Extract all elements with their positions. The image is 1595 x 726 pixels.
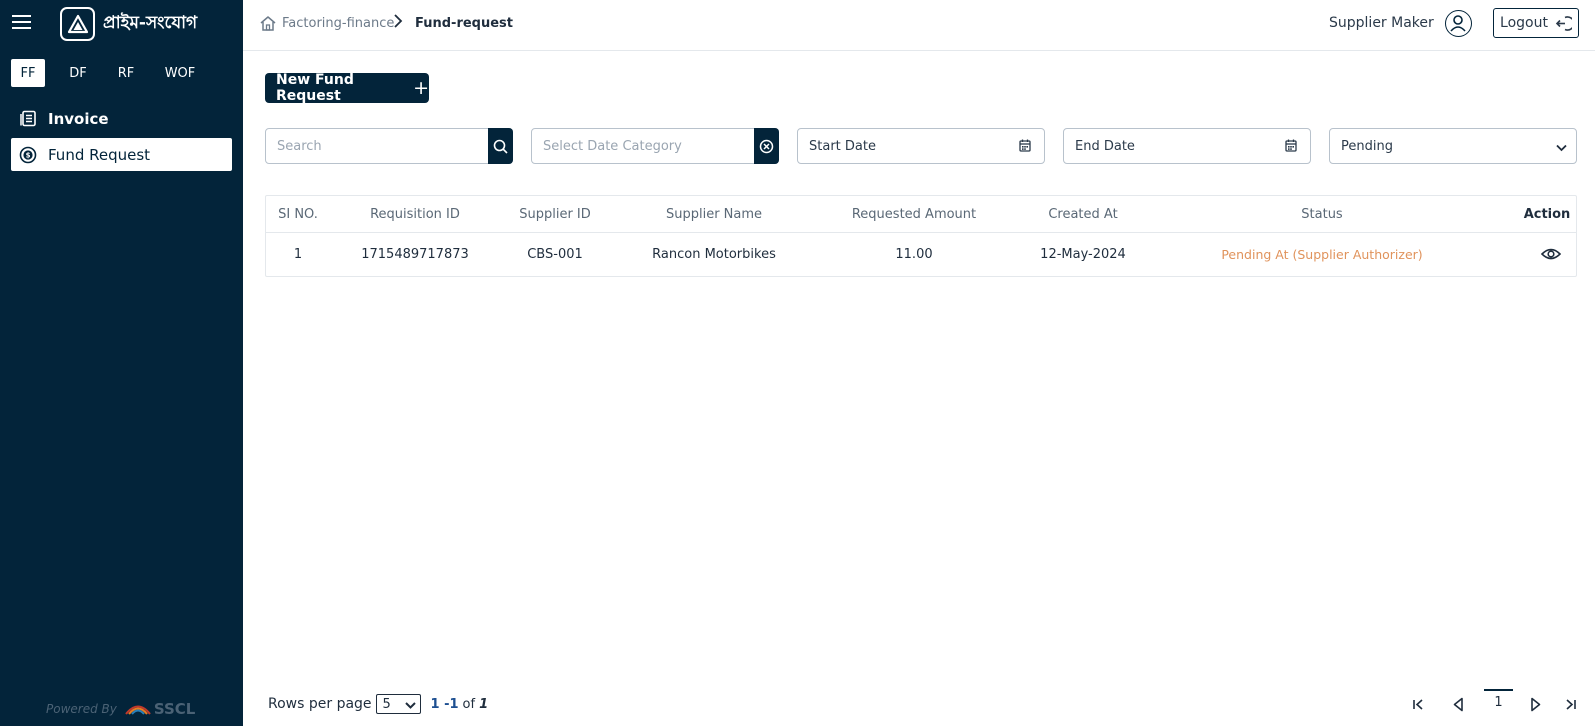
eye-view-icon[interactable]: [1540, 246, 1562, 265]
cell-supplier-id: CBS-001: [527, 247, 583, 262]
first-page-icon[interactable]: [1409, 694, 1427, 714]
previous-page-icon[interactable]: [1449, 694, 1467, 714]
user-avatar-icon[interactable]: [1445, 10, 1472, 37]
sidebar-item-invoice[interactable]: Invoice: [11, 102, 232, 135]
column-header: Supplier ID: [519, 207, 591, 222]
fund-request-table: SI NO. Requisition ID Supplier ID Suppli…: [265, 195, 1577, 277]
tab-wof[interactable]: WOF: [161, 59, 199, 87]
page-of-label: of: [462, 696, 476, 712]
powered-by-label: Powered By: [46, 702, 117, 716]
status-badge: Pending At (Supplier Authorizer): [1221, 247, 1423, 262]
product-tabs: FF DF RF WOF: [11, 59, 199, 87]
dollar-circle-icon: $: [19, 146, 37, 164]
next-page-icon[interactable]: [1527, 694, 1545, 714]
breadcrumb-home[interactable]: Factoring-finance: [259, 15, 394, 32]
current-page[interactable]: 1: [1484, 689, 1513, 713]
search-icon[interactable]: [488, 128, 513, 164]
sscl-logo: SSCL: [125, 700, 196, 718]
rows-per-page-value: 5: [382, 696, 391, 712]
user-name: Supplier Maker: [1329, 15, 1434, 31]
rows-per-page-label: Rows per page: [268, 696, 372, 712]
sidebar: প্রাইম-সংযোগ FF DF RF WOF Invoice $ Fund…: [0, 0, 243, 726]
sscl-logo-text: SSCL: [153, 700, 196, 718]
end-date-placeholder: End Date: [1075, 138, 1135, 154]
clear-circle-icon[interactable]: [754, 128, 779, 164]
plus-icon: +: [413, 76, 429, 99]
new-fund-request-label: New Fund Request: [276, 72, 354, 104]
status-filter-value: Pending: [1341, 138, 1393, 154]
search-placeholder: Search: [277, 138, 322, 154]
calendar-icon[interactable]: [1019, 139, 1031, 156]
column-header: Action: [1523, 207, 1571, 222]
chevron-down-icon: [404, 699, 416, 714]
cell-si-no: 1: [293, 247, 303, 262]
date-category-placeholder: Select Date Category: [543, 138, 682, 154]
top-bar: Factoring-finance Fund-request Supplier …: [243, 0, 1595, 51]
brand: প্রাইম-সংযোগ: [60, 7, 197, 41]
brand-name: প্রাইম-সংযোগ: [103, 13, 198, 33]
column-header: SI NO.: [278, 207, 318, 222]
sidebar-item-fund-request[interactable]: $ Fund Request: [11, 138, 232, 171]
cell-requested-amount: 11.00: [895, 247, 933, 262]
sidebar-item-label: Fund Request: [48, 145, 151, 164]
table-row: 1 1715489717873 CBS-001 Rancon Motorbike…: [266, 233, 1576, 276]
rows-per-page-select[interactable]: 5: [375, 694, 421, 714]
cell-supplier-name: Rancon Motorbikes: [652, 247, 776, 262]
search-input[interactable]: Search: [265, 128, 513, 164]
tab-df[interactable]: DF: [64, 59, 92, 87]
sscl-logo-icon: [125, 705, 151, 715]
chevron-down-icon: [1556, 141, 1567, 156]
logout-icon: [1555, 15, 1572, 32]
document-list-icon: [19, 110, 37, 128]
app-root: প্রাইম-সংযোগ FF DF RF WOF Invoice $ Fund…: [0, 0, 1595, 726]
tab-ff[interactable]: FF: [11, 59, 45, 87]
pagination-bar: Rows per page 5 1 -1 of 1: [268, 694, 488, 714]
chevron-right-icon: [393, 14, 403, 32]
new-fund-request-button[interactable]: New Fund Request +: [265, 72, 429, 104]
page-range: 1 -1: [430, 696, 459, 712]
column-header: Status: [1301, 207, 1343, 222]
start-date-field[interactable]: Start Date: [797, 128, 1045, 164]
end-date-field[interactable]: End Date: [1063, 128, 1311, 164]
status-filter-select[interactable]: Pending: [1329, 128, 1577, 164]
date-category-select[interactable]: Select Date Category: [531, 128, 779, 164]
menu-toggle-icon[interactable]: [12, 15, 31, 31]
start-date-placeholder: Start Date: [809, 138, 876, 154]
logout-button[interactable]: Logout: [1493, 8, 1579, 38]
page-total: 1: [479, 696, 489, 712]
svg-text:$: $: [26, 151, 31, 159]
column-header: Requested Amount: [851, 207, 977, 222]
tab-rf[interactable]: RF: [112, 59, 140, 87]
column-header: Created At: [1048, 207, 1118, 222]
sidebar-item-label: Invoice: [48, 109, 109, 128]
column-header: Requisition ID: [370, 207, 460, 222]
breadcrumb-current: Fund-request: [415, 16, 514, 31]
last-page-icon[interactable]: [1561, 694, 1579, 714]
calendar-icon[interactable]: [1285, 139, 1297, 156]
table-header: SI NO. Requisition ID Supplier ID Suppli…: [266, 196, 1576, 233]
brand-logo-icon: [60, 7, 95, 41]
home-icon: [259, 15, 277, 32]
logout-label: Logout: [1500, 15, 1548, 31]
powered-by: Powered By SSCL: [46, 700, 195, 718]
cell-requisition-id: 1715489717873: [361, 247, 469, 262]
breadcrumb-home-label: Factoring-finance: [282, 16, 395, 31]
column-header: Supplier Name: [665, 207, 763, 222]
cell-created-at: 12-May-2024: [1040, 247, 1126, 262]
